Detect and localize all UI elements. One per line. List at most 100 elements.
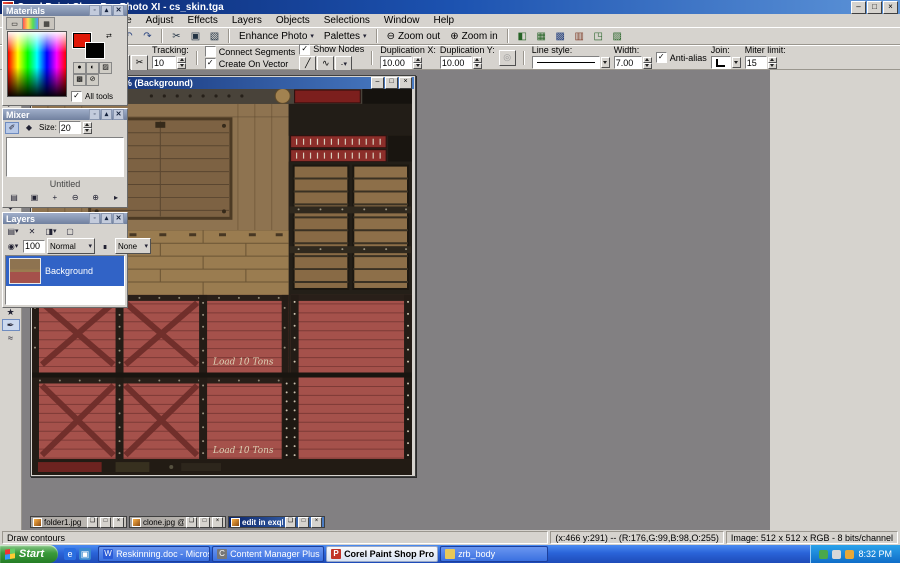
menu-layers[interactable]: Layers: [225, 14, 269, 27]
layer-row-background[interactable]: Background: [6, 256, 124, 286]
cut-button[interactable]: ✂: [168, 28, 185, 44]
rainbow-tab[interactable]: [22, 17, 39, 30]
background-color-swatch[interactable]: [86, 43, 104, 58]
tracking-input[interactable]: [152, 56, 176, 69]
show-nodes-checkbox[interactable]: Show Nodes: [299, 44, 364, 55]
mixer-page-button[interactable]: ▤: [6, 191, 22, 203]
mixer-panel-titlebar[interactable]: Mixer ◦ ▴ ✕: [3, 109, 127, 120]
minimize-button[interactable]: –: [851, 1, 866, 14]
frame-tab[interactable]: ▭: [6, 17, 23, 30]
layers-dock-button[interactable]: ◦: [89, 213, 100, 224]
doc-maximize-button[interactable]: □: [385, 77, 398, 89]
miter-limit-spinner[interactable]: [768, 57, 777, 69]
width-input[interactable]: [614, 56, 642, 69]
mixer-more-button[interactable]: ▸: [108, 191, 124, 203]
mdi-bar-clone[interactable]: clone.jpg @ ❏ □ ×: [129, 516, 226, 528]
duplication-y-spinner[interactable]: [473, 57, 482, 69]
swatches-tab[interactable]: ▦: [38, 17, 55, 30]
mixer-brush-button[interactable]: ✐: [5, 122, 19, 134]
toggle-learning-center-button[interactable]: ◧: [514, 28, 531, 44]
mdi-close-button[interactable]: ×: [212, 517, 223, 528]
volume-icon[interactable]: [832, 550, 841, 559]
materials-close-button[interactable]: ✕: [113, 5, 124, 16]
line-style-select[interactable]: [532, 56, 600, 69]
mixer-knife-button[interactable]: ◆: [21, 122, 37, 134]
layers-close-button[interactable]: ✕: [113, 213, 124, 224]
mdi-maximize-button[interactable]: □: [100, 517, 111, 528]
mdi-close-button[interactable]: ×: [311, 517, 322, 528]
mdi-restore-button[interactable]: ❏: [186, 517, 197, 528]
lock-transparency-icon[interactable]: ∎: [97, 240, 113, 252]
mdi-restore-button[interactable]: ❏: [87, 517, 98, 528]
mixer-size-spinner[interactable]: [83, 122, 92, 134]
menu-window[interactable]: Window: [377, 14, 427, 27]
doc-minimize-button[interactable]: –: [371, 77, 384, 89]
toggle-overview-button[interactable]: ◳: [590, 28, 607, 44]
color-picker-field[interactable]: [7, 31, 67, 97]
layers-rollup-button[interactable]: ▴: [101, 213, 112, 224]
zoom-in-button[interactable]: ⊕ Zoom in: [446, 28, 502, 44]
layers-panel-titlebar[interactable]: Layers ◦ ▴ ✕: [3, 213, 127, 224]
taskbar-button-word[interactable]: W Reskinning.doc - Microso...: [98, 546, 210, 562]
menu-adjust[interactable]: Adjust: [139, 14, 181, 27]
new-layer-button[interactable]: ▤: [5, 225, 21, 237]
gradient-style-button[interactable]: ◐: [86, 62, 99, 74]
mixer-rollup-button[interactable]: ▴: [101, 109, 112, 120]
pattern-style-button[interactable]: ▨: [99, 62, 112, 74]
mixer-new-page-button[interactable]: +: [47, 191, 63, 203]
close-button[interactable]: ×: [883, 1, 898, 14]
doc-close-button[interactable]: ×: [399, 77, 412, 89]
toggle-histogram-button[interactable]: ▥: [571, 28, 588, 44]
materials-dock-button[interactable]: ◦: [89, 5, 100, 16]
menu-selections[interactable]: Selections: [317, 14, 377, 27]
connect-segments-checkbox[interactable]: Connect Segments: [205, 46, 296, 57]
anti-alias-checkbox[interactable]: Anti-alias: [656, 52, 707, 63]
mdi-close-button[interactable]: ×: [113, 517, 124, 528]
maximize-button[interactable]: □: [867, 1, 882, 14]
show-desktop-icon[interactable]: ▣: [79, 548, 91, 560]
toggle-layers-button[interactable]: ▩: [552, 28, 569, 44]
tracking-spinner[interactable]: [177, 57, 186, 69]
taskbar-button-content-manager[interactable]: C Content Manager Plus: [212, 546, 324, 562]
menu-help[interactable]: Help: [426, 14, 461, 27]
visibility-dropdown[interactable]: ◉: [5, 240, 21, 252]
mdi-maximize-button[interactable]: □: [298, 517, 309, 528]
pen-tool[interactable]: ✒: [2, 319, 20, 331]
knife-mode-button[interactable]: ✂: [131, 55, 148, 71]
width-spinner[interactable]: [643, 57, 652, 69]
link-set-select[interactable]: None: [115, 238, 151, 254]
mixer-canvas[interactable]: [6, 137, 124, 177]
duplication-apply-button[interactable]: ◎: [499, 50, 516, 66]
join-dropdown[interactable]: [732, 57, 741, 68]
start-button[interactable]: Start: [0, 545, 58, 563]
taskbar-button-paint-shop-pro[interactable]: P Corel Paint Shop Pro ...: [326, 546, 438, 562]
layer-view-button[interactable]: ◨: [43, 225, 59, 237]
join-select[interactable]: [711, 56, 731, 69]
antivirus-icon[interactable]: [819, 550, 828, 559]
swap-colors-icon[interactable]: ⇄: [106, 32, 112, 40]
edit-selection-button[interactable]: ▢: [62, 225, 78, 237]
menu-effects[interactable]: Effects: [180, 14, 224, 27]
duplication-x-input[interactable]: [380, 56, 412, 69]
zoom-out-button[interactable]: ⊖ Zoom out: [383, 28, 445, 44]
mixer-size-input[interactable]: [59, 121, 81, 134]
all-tools-checkbox[interactable]: All tools: [71, 91, 113, 102]
taskbar-button-zrb-body[interactable]: zrb_body: [440, 546, 548, 562]
menu-objects[interactable]: Objects: [269, 14, 317, 27]
redo-button[interactable]: ↷: [139, 28, 156, 44]
duplication-y-input[interactable]: [440, 56, 472, 69]
transparency-toggle-button[interactable]: ⊘: [86, 74, 99, 86]
layer-opacity-input[interactable]: [23, 240, 45, 253]
duplication-x-spinner[interactable]: [413, 57, 422, 69]
mixer-close-button[interactable]: ✕: [113, 109, 124, 120]
color-style-button[interactable]: ●: [73, 62, 86, 74]
toggle-organizer-button[interactable]: ▨: [609, 28, 626, 44]
line-style-dropdown[interactable]: [601, 57, 610, 68]
materials-panel-titlebar[interactable]: Materials ◦ ▴ ✕: [3, 5, 127, 16]
delete-layer-button[interactable]: ✕: [24, 225, 40, 237]
paste-button[interactable]: ▧: [206, 28, 223, 44]
texture-toggle-button[interactable]: ▩: [73, 74, 86, 86]
warp-brush-tool[interactable]: ≈: [2, 332, 20, 344]
mixer-load-page-button[interactable]: ▣: [26, 191, 42, 203]
blend-mode-select[interactable]: Normal: [47, 238, 95, 254]
